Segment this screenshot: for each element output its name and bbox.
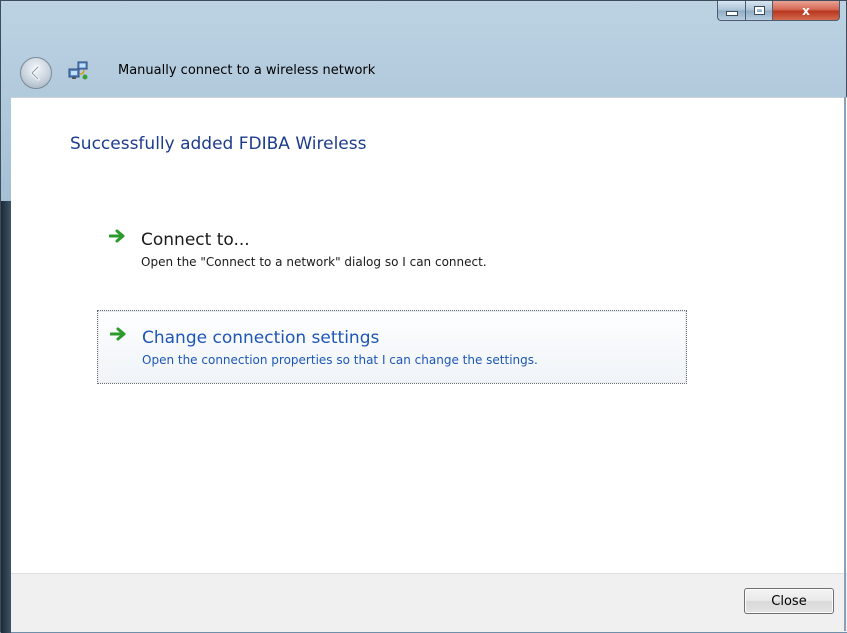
minimize-button[interactable] <box>717 1 746 21</box>
window-title: Manually connect to a wireless network <box>118 63 376 78</box>
back-arrow-icon <box>30 65 40 81</box>
minimize-icon <box>725 11 738 16</box>
content-area: Successfully added FDIBA Wireless Connec… <box>11 97 847 574</box>
wireless-network-icon <box>66 58 90 82</box>
maximize-button[interactable] <box>746 1 773 21</box>
change-connection-settings-description: Open the connection properties so that I… <box>142 353 538 367</box>
connect-to-description: Open the "Connect to a network" dialog s… <box>141 255 487 269</box>
green-arrow-icon <box>109 229 125 243</box>
connect-to-title: Connect to... <box>141 230 250 250</box>
desktop-background-strip <box>1 201 11 633</box>
change-connection-settings-option[interactable]: Change connection settings Open the conn… <box>97 310 687 384</box>
back-button[interactable] <box>20 57 52 89</box>
green-arrow-icon <box>110 327 126 341</box>
dialog-footer: Close <box>11 573 847 632</box>
page-heading: Successfully added FDIBA Wireless <box>70 134 367 154</box>
close-icon: x <box>802 3 810 18</box>
dialog-window: x Manually connect to a wireless network… <box>0 0 847 633</box>
title-bar[interactable]: x <box>1 1 846 47</box>
change-connection-settings-title: Change connection settings <box>142 328 380 348</box>
close-window-button[interactable]: x <box>773 1 840 21</box>
maximize-icon <box>753 6 765 15</box>
close-button[interactable]: Close <box>744 588 834 614</box>
connect-to-option[interactable]: Connect to... Open the "Connect to a net… <box>97 222 687 280</box>
window-right-border <box>844 97 846 631</box>
window-controls: x <box>717 1 840 23</box>
